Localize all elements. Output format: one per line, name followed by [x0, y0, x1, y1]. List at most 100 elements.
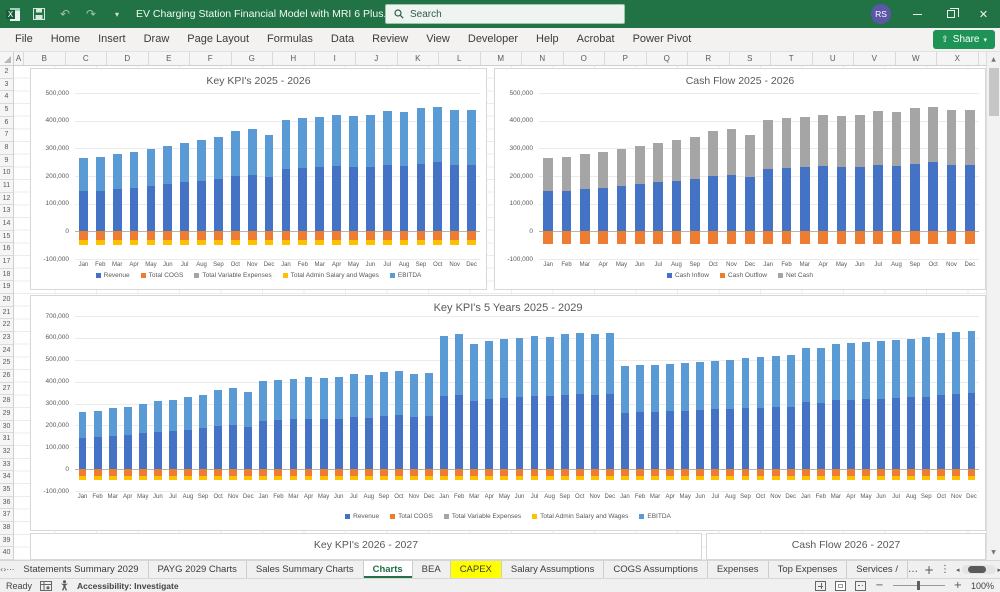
row-header-11[interactable]: 11 — [0, 180, 13, 193]
bar-segment-revenue[interactable] — [399, 166, 409, 232]
bar-segment-total-cogs[interactable] — [281, 231, 291, 240]
add-sheet-button[interactable]: + — [924, 563, 934, 577]
row-header-4[interactable]: 4 — [0, 91, 13, 104]
bar-segment-total-cogs[interactable] — [264, 231, 274, 240]
bar-segment-cash-inflow[interactable] — [800, 167, 810, 232]
bar-segment-ebitda[interactable] — [214, 137, 223, 180]
column-header-E[interactable]: E — [149, 52, 190, 65]
bar-segment-ebitda[interactable] — [636, 365, 644, 413]
sheet-tab-statements-summary-2029[interactable]: Statements Summary 2029 — [14, 561, 149, 578]
row-header-18[interactable]: 18 — [0, 269, 13, 282]
bar-segment-total-admin-salary-and-wages[interactable] — [416, 240, 426, 245]
bar-segment-total-admin-salary-and-wages[interactable] — [289, 476, 298, 480]
bar-segment-total-admin-salary-and-wages[interactable] — [399, 240, 409, 245]
bar-segment-total-admin-salary-and-wages[interactable] — [801, 476, 810, 480]
sheet-tab-services-[interactable]: Services / — [847, 561, 908, 578]
bar-segment-revenue[interactable] — [349, 416, 358, 470]
bar-segment-cash-inflow[interactable] — [708, 176, 718, 232]
row-header-35[interactable]: 35 — [0, 484, 13, 497]
bar-segment-revenue[interactable] — [129, 187, 139, 232]
bar-segment-ebitda[interactable] — [621, 366, 629, 413]
bar-segment-cash-inflow[interactable] — [781, 168, 792, 232]
bar-segment-total-admin-salary-and-wages[interactable] — [180, 240, 190, 245]
bar-segment-total-admin-salary-and-wages[interactable] — [199, 476, 207, 480]
bar-segment-cash-inflow[interactable] — [946, 164, 957, 232]
normal-view-icon[interactable] — [815, 580, 827, 591]
column-header-I[interactable]: I — [315, 52, 356, 65]
bar-segment-total-admin-salary-and-wages[interactable] — [163, 240, 173, 245]
column-header-Q[interactable]: Q — [647, 52, 688, 65]
bar-segment-revenue[interactable] — [892, 398, 901, 470]
bar-segment-total-admin-salary-and-wages[interactable] — [681, 476, 690, 480]
bar-segment-cash-inflow[interactable] — [653, 182, 663, 232]
bar-segment-revenue[interactable] — [264, 177, 274, 232]
bar-segment-total-admin-salary-and-wages[interactable] — [530, 476, 539, 480]
row-header-37[interactable]: 37 — [0, 509, 13, 523]
bar-segment-revenue[interactable] — [184, 429, 192, 470]
bar-segment-cash-inflow[interactable] — [616, 185, 627, 232]
chart-key-kpi-s-2026-2027[interactable]: Key KPI's 2026 - 2027 — [30, 533, 702, 560]
bar-segment-revenue[interactable] — [560, 394, 569, 470]
row-header-7[interactable]: 7 — [0, 129, 13, 142]
scroll-up-icon[interactable]: ▲ — [987, 53, 1000, 66]
bar-segment-net-cash[interactable] — [561, 156, 572, 191]
row-header-31[interactable]: 31 — [0, 433, 13, 447]
bar-segment-cash-inflow[interactable] — [891, 166, 902, 232]
bar-segment-ebitda[interactable] — [711, 360, 720, 410]
bar-segment-total-admin-salary-and-wages[interactable] — [816, 476, 825, 480]
bar-segment-ebitda[interactable] — [304, 377, 313, 419]
bar-segment-cash-outflow[interactable] — [946, 231, 957, 244]
bar-segment-total-admin-salary-and-wages[interactable] — [298, 240, 308, 245]
bar-segment-net-cash[interactable] — [891, 112, 902, 167]
bar-segment-ebitda[interactable] — [560, 333, 569, 395]
bar-segment-revenue[interactable] — [651, 411, 659, 470]
row-header-25[interactable]: 25 — [0, 357, 13, 371]
chart-cash-flow-2026-2027[interactable]: Cash Flow 2026 - 2027 — [706, 533, 986, 560]
bar-segment-ebitda[interactable] — [651, 364, 659, 412]
close-button[interactable]: ✕ — [967, 0, 1000, 28]
bar-segment-ebitda[interactable] — [349, 374, 358, 417]
bar-segment-revenue[interactable] — [877, 398, 885, 470]
row-header-28[interactable]: 28 — [0, 395, 13, 409]
bar-segment-cash-outflow[interactable] — [745, 231, 755, 244]
bar-segment-revenue[interactable] — [470, 400, 479, 470]
legend-item[interactable]: EBITDA — [639, 513, 671, 520]
page-break-view-icon[interactable] — [855, 580, 867, 591]
bar-segment-cash-outflow[interactable] — [818, 231, 828, 244]
bar-segment-total-cogs[interactable] — [230, 231, 240, 240]
bar-segment-total-cogs[interactable] — [112, 231, 122, 240]
bar-segment-total-cogs[interactable] — [365, 231, 375, 240]
bar-segment-total-admin-salary-and-wages[interactable] — [862, 476, 870, 480]
row-header-16[interactable]: 16 — [0, 243, 13, 257]
bar-segment-total-cogs[interactable] — [416, 231, 426, 240]
bar-segment-revenue[interactable] — [416, 163, 426, 232]
bar-segment-ebitda[interactable] — [500, 338, 509, 398]
bar-segment-total-cogs[interactable] — [450, 231, 460, 240]
bar-segment-cash-outflow[interactable] — [965, 231, 975, 244]
bar-segment-total-admin-salary-and-wages[interactable] — [229, 476, 238, 480]
bar-segment-ebitda[interactable] — [395, 370, 403, 416]
bar-segment-revenue[interactable] — [274, 420, 283, 470]
bar-segment-ebitda[interactable] — [681, 362, 690, 411]
bar-segment-cash-inflow[interactable] — [965, 164, 975, 232]
row-header-9[interactable]: 9 — [0, 155, 13, 168]
bar-segment-total-admin-salary-and-wages[interactable] — [666, 476, 675, 480]
bar-segment-ebitda[interactable] — [590, 334, 599, 395]
row-header-29[interactable]: 29 — [0, 408, 13, 421]
bar-segment-revenue[interactable] — [666, 411, 675, 470]
bar-segment-revenue[interactable] — [146, 185, 156, 232]
legend-item[interactable]: Cash Inflow — [666, 272, 709, 279]
column-header-H[interactable]: H — [273, 52, 315, 65]
bar-segment-ebitda[interactable] — [146, 148, 156, 186]
bar-segment-revenue[interactable] — [433, 162, 443, 232]
bar-segment-cash-inflow[interactable] — [745, 177, 755, 232]
bar-segment-ebitda[interactable] — [470, 344, 479, 401]
bar-segment-ebitda[interactable] — [180, 143, 190, 183]
column-header-B[interactable]: B — [24, 52, 66, 65]
bar-segment-total-admin-salary-and-wages[interactable] — [952, 476, 961, 480]
bar-segment-revenue[interactable] — [467, 164, 476, 232]
column-header-T[interactable]: T — [771, 52, 813, 65]
row-header-21[interactable]: 21 — [0, 307, 13, 320]
bar-segment-total-cogs[interactable] — [197, 231, 206, 240]
bar-segment-ebitda[interactable] — [605, 333, 614, 395]
